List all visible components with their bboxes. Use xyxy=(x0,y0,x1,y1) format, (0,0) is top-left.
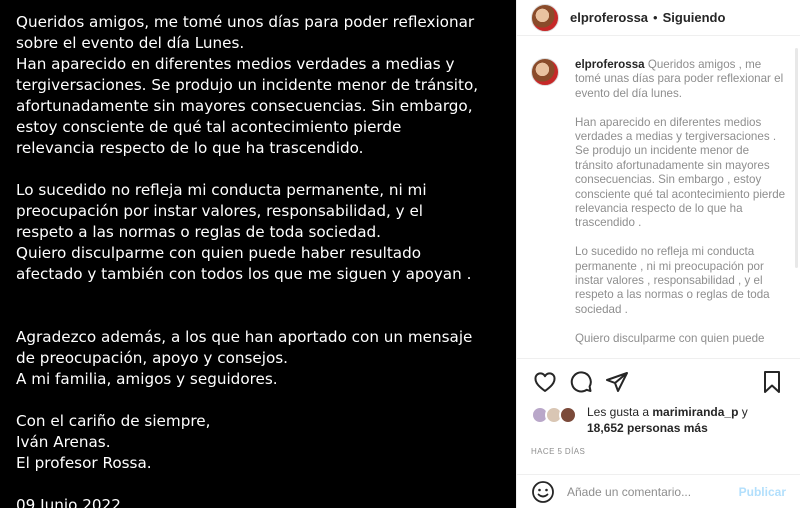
post-text-line: 09 Junio 2022. xyxy=(16,496,126,508)
post-text-line xyxy=(16,285,516,306)
avatar[interactable] xyxy=(531,3,559,32)
caption-area: elproferossa Queridos amigos , me tomé u… xyxy=(531,44,790,356)
header-separator: • xyxy=(653,10,658,25)
post-text-line: Iván Arenas. xyxy=(16,433,111,451)
post-text-line: afortunadamente sin mayores consecuencia… xyxy=(16,97,473,115)
post-text-line xyxy=(16,159,516,180)
likes-connector: y xyxy=(741,405,748,419)
post-timestamp[interactable]: HACE 5 DÍAS xyxy=(531,447,585,456)
comment-bar: Publicar xyxy=(517,474,800,508)
heart-icon[interactable] xyxy=(531,368,559,396)
caption-paragraph: Han aparecido en diferentes medios verda… xyxy=(575,115,786,230)
post-text-line: respeto a las normas o reglas de toda so… xyxy=(16,223,382,241)
post-text-line: Queridos amigos, me tomé unos días para … xyxy=(16,13,475,31)
likes-count[interactable]: 18,652 personas más xyxy=(587,421,708,435)
caption-scrollbar[interactable] xyxy=(795,48,798,268)
caption-paragraph: elproferossa Queridos amigos , me tomé u… xyxy=(575,58,790,101)
comment-input[interactable] xyxy=(567,484,739,499)
caption-username[interactable]: elproferossa xyxy=(575,58,645,71)
post-text-line: El profesor Rossa. xyxy=(16,454,152,472)
post-text-line: Agradezco además, a los que han aportado… xyxy=(16,328,473,346)
bookmark-icon[interactable] xyxy=(758,368,786,396)
post-text-line: tergiversaciones. Se produjo un incident… xyxy=(16,76,479,94)
share-icon[interactable] xyxy=(603,368,631,396)
post-text-line: sobre el evento del día Lunes. xyxy=(16,34,245,52)
post-sidebar: elproferossa • Siguiendo elproferossa Qu… xyxy=(516,0,800,508)
post-text-line: Quiero disculparme con quien puede haber… xyxy=(16,244,422,262)
post-text-line: preocupación por instar valores, respons… xyxy=(16,202,424,220)
post-header: elproferossa • Siguiendo xyxy=(517,0,800,36)
caption-paragraph: Lo sucedido no refleja mi conducta perma… xyxy=(575,245,770,316)
post-image: Queridos amigos, me tomé unos días para … xyxy=(0,0,516,508)
post-text-line: de preocupación, apoyo y consejos. xyxy=(16,349,289,367)
publish-button[interactable]: Publicar xyxy=(739,485,786,499)
post-text-line: afectado y también con todos los que me … xyxy=(16,265,472,283)
likes-summary: Les gusta a marimiranda_p y 18,652 perso… xyxy=(531,404,790,436)
comment-icon[interactable] xyxy=(567,368,595,396)
post-text-line xyxy=(16,390,516,411)
post-text-line: Con el cariño de siempre, xyxy=(16,412,211,430)
following-button[interactable]: Siguiendo xyxy=(663,10,726,25)
post-text-line: relevancia respecto de lo que ha trascen… xyxy=(16,139,364,157)
post-text-line xyxy=(16,306,516,327)
divider xyxy=(517,358,800,359)
post-text-line xyxy=(16,474,516,495)
caption-avatar[interactable] xyxy=(531,58,559,86)
action-bar xyxy=(531,368,786,396)
liker-username[interactable]: marimiranda_p xyxy=(652,405,738,419)
likes-prefix: Les gusta a xyxy=(587,405,650,419)
header-username[interactable]: elproferossa xyxy=(570,10,648,25)
post-text-line: A mi familia, amigos y seguidores. xyxy=(16,370,278,388)
likes-text: Les gusta a marimiranda_p y 18,652 perso… xyxy=(587,404,748,436)
post-text-line: Han aparecido en diferentes medios verda… xyxy=(16,55,455,73)
caption-text: elproferossa Queridos amigos , me tomé u… xyxy=(575,58,790,356)
emoji-icon[interactable] xyxy=(531,480,555,504)
caption-paragraph: Quiero disculparme con quien puede xyxy=(575,331,765,345)
post-text-line: estoy consciente de qué tal acontecimien… xyxy=(16,118,402,136)
post-text-line: Lo sucedido no refleja mi conducta perma… xyxy=(16,181,427,199)
liker-avatars[interactable] xyxy=(531,404,583,424)
